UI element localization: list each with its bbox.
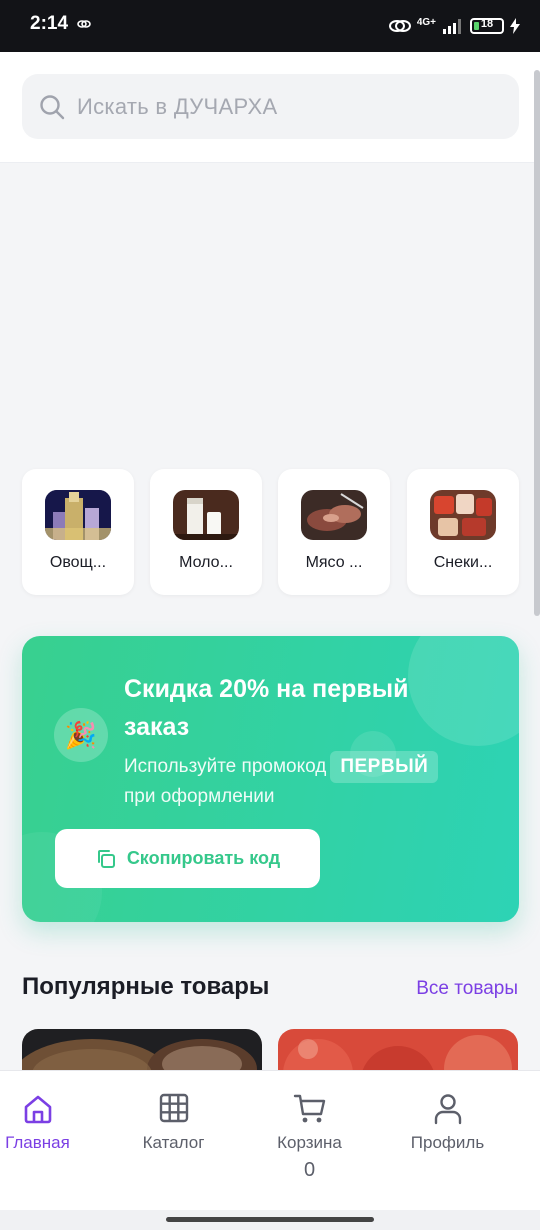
category-card-snacks[interactable]: Снеки... xyxy=(407,469,519,595)
home-gesture-bar[interactable] xyxy=(166,1217,374,1222)
copy-icon xyxy=(97,849,115,868)
network-type: 4G+ xyxy=(416,16,436,28)
search-input[interactable]: Искать в ДУЧАРХА xyxy=(22,74,519,139)
category-image xyxy=(430,490,496,540)
category-card-vegetables[interactable]: Овощ... xyxy=(22,469,134,595)
cart-icon xyxy=(293,1094,325,1123)
copy-code-label: Скопировать код xyxy=(126,848,281,868)
all-products-link[interactable]: Все товары xyxy=(416,978,518,1000)
nav-catalog[interactable]: Каталог xyxy=(106,1071,241,1211)
snacks-photo-icon xyxy=(430,490,496,540)
milk-photo-icon xyxy=(173,490,239,540)
search-icon xyxy=(40,94,65,119)
nav-cart[interactable]: Корзина 0 xyxy=(242,1071,377,1211)
category-label: Овощ... xyxy=(49,554,107,571)
category-row: Овощ... Моло... Мясо ... Снеки... xyxy=(22,469,519,595)
header: Искать в ДУЧАРХА xyxy=(0,52,540,163)
promo-card: 🎉 Скидка 20% на первый заказ Используйте… xyxy=(22,636,519,922)
cart-count: 0 xyxy=(303,1159,316,1181)
copy-code-button[interactable]: Скопировать код xyxy=(55,829,320,888)
user-icon xyxy=(434,1094,461,1125)
promo-code-badge: ПЕРВЫЙ xyxy=(330,751,439,783)
status-bar: 2:14 4G+ 18 xyxy=(0,0,540,52)
grid-icon xyxy=(159,1093,188,1123)
party-popper-icon: 🎉 xyxy=(54,708,108,762)
city-photo-icon xyxy=(45,490,111,540)
category-image xyxy=(45,490,111,540)
gesture-area xyxy=(0,1210,540,1230)
battery-level: 18 xyxy=(480,18,494,30)
link-ring-icon xyxy=(388,20,411,32)
meat-photo-icon xyxy=(301,490,367,540)
status-time: 2:14 xyxy=(30,13,69,34)
promo-title: Скидка 20% на первый заказ xyxy=(124,675,409,741)
signal-icon xyxy=(443,19,461,34)
category-label: Моло... xyxy=(179,554,233,571)
charging-icon xyxy=(510,18,520,34)
home-icon xyxy=(24,1095,51,1124)
nav-label: Главная xyxy=(5,1133,70,1152)
nav-label: Профиль xyxy=(410,1133,485,1152)
category-card-dairy[interactable]: Моло... xyxy=(150,469,262,595)
search-placeholder: Искать в ДУЧАРХА xyxy=(77,93,278,119)
nav-home[interactable]: Главная xyxy=(0,1071,105,1211)
category-image xyxy=(173,490,239,540)
scrollbar[interactable] xyxy=(534,70,540,616)
category-label: Мясо ... xyxy=(305,554,363,571)
bottom-navigation: Главная Каталог Корзина 0 Профиль xyxy=(0,1070,540,1211)
promo-description: Используйте промокод ПЕРВЫЙ при оформлени… xyxy=(124,751,474,811)
nav-label: Каталог xyxy=(142,1133,205,1152)
link-icon xyxy=(77,20,91,28)
category-image xyxy=(301,490,367,540)
nav-profile[interactable]: Профиль xyxy=(380,1071,515,1211)
section-title: Популярные товары xyxy=(22,973,270,1000)
category-card-meat[interactable]: Мясо ... xyxy=(278,469,390,595)
category-label: Снеки... xyxy=(433,554,493,571)
nav-label: Корзина xyxy=(277,1133,342,1152)
battery-icon: 18 xyxy=(470,18,504,34)
